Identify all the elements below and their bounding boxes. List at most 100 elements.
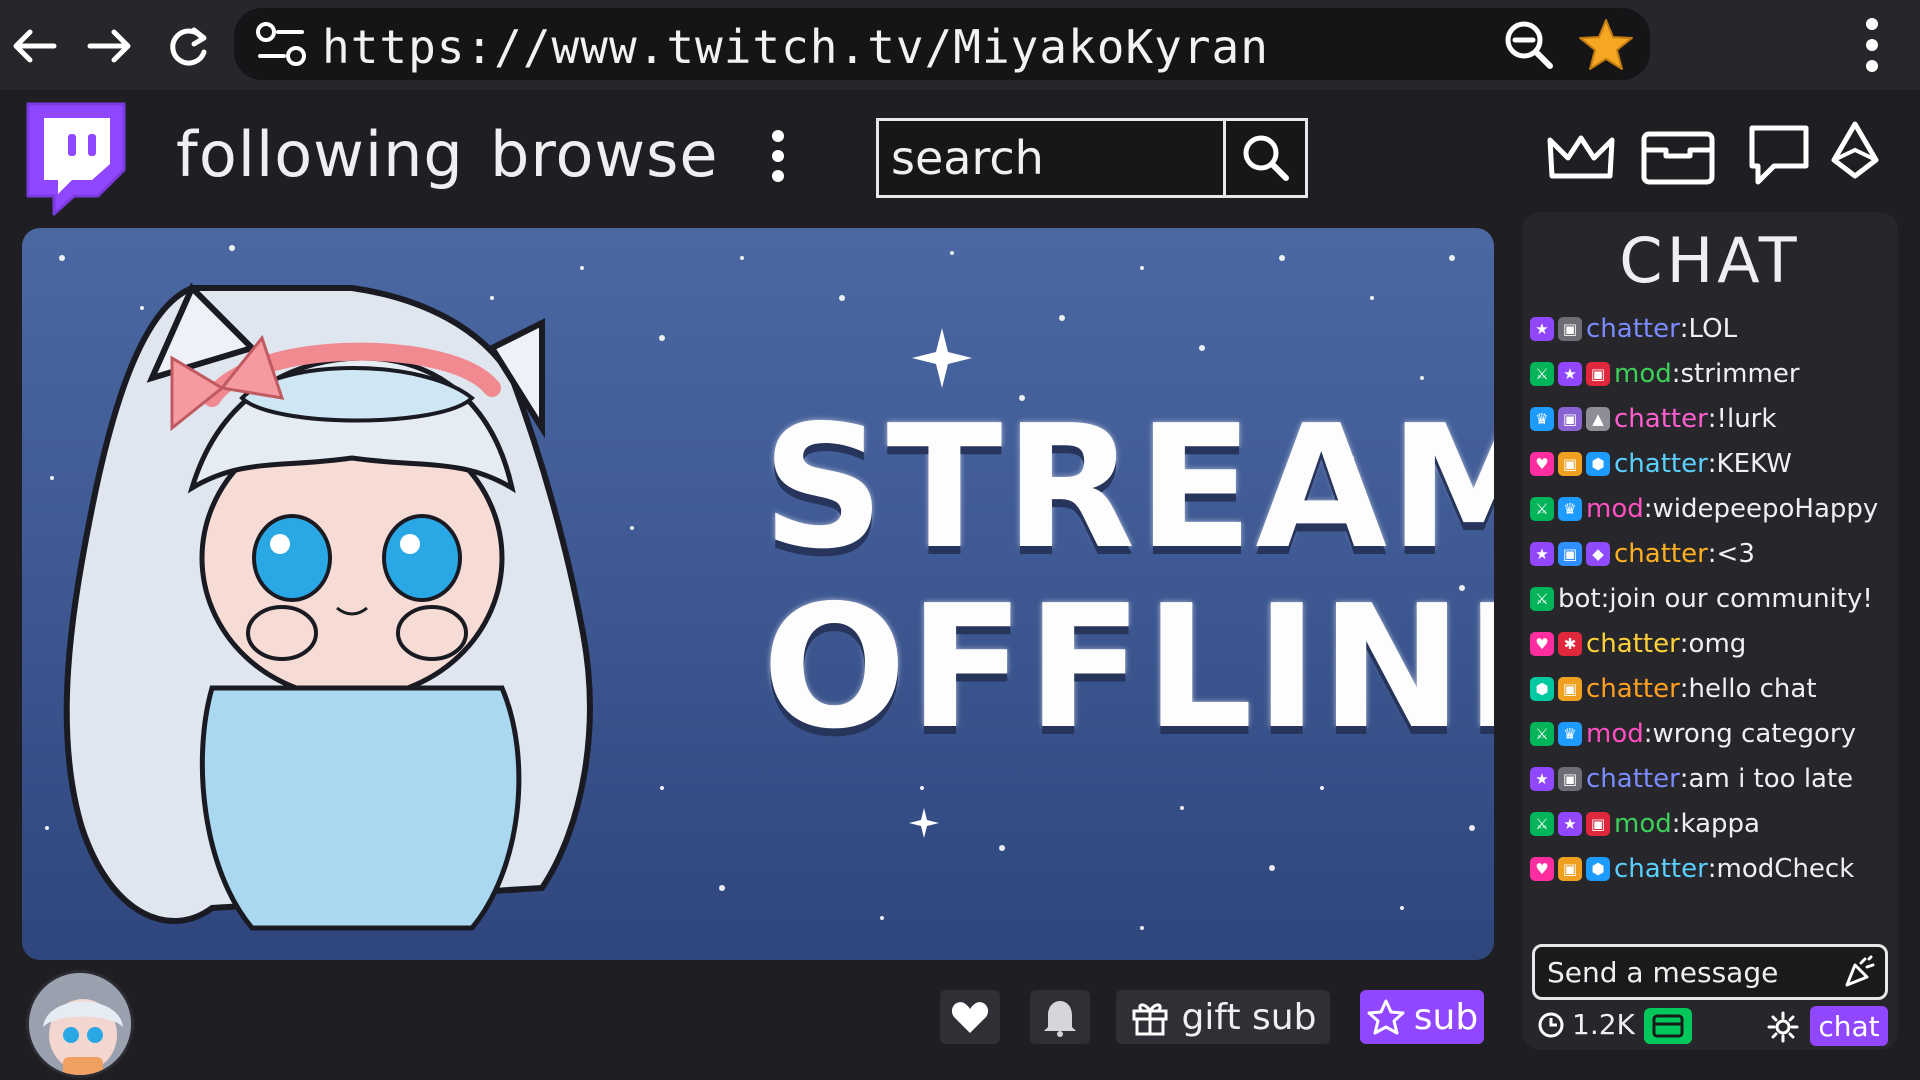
chat-username[interactable]: chatter: [1614, 449, 1708, 479]
chat-separator: :: [1679, 313, 1689, 344]
gray-hat-badge-icon[interactable]: ▲: [1586, 406, 1610, 431]
chat-username[interactable]: bot: [1558, 584, 1601, 614]
following-link[interactable]: following: [176, 118, 464, 191]
site-settings-icon[interactable]: [252, 20, 312, 72]
chat-username[interactable]: mod: [1614, 809, 1672, 839]
purple-star-badge-icon[interactable]: ★: [1558, 811, 1582, 836]
bookmark-star-icon[interactable]: [1576, 16, 1636, 78]
gift-sub-label: gift sub: [1181, 996, 1317, 1038]
purple-star-badge-icon[interactable]: ★: [1530, 541, 1554, 566]
chat-username[interactable]: chatter: [1586, 314, 1680, 344]
offline-line-2: OFFLINE: [762, 569, 1494, 767]
zoom-out-icon[interactable]: [1502, 18, 1556, 76]
purple-star-badge-icon[interactable]: ★: [1558, 361, 1582, 386]
chat-username[interactable]: mod: [1586, 494, 1644, 524]
pink-heart-badge-icon[interactable]: ♥: [1530, 451, 1554, 476]
chat-username[interactable]: chatter: [1586, 674, 1680, 704]
more-menu-icon[interactable]: [768, 128, 788, 188]
teal-gem-badge-icon[interactable]: ⬢: [1530, 676, 1554, 701]
chat-text: strimmer: [1680, 358, 1800, 389]
chat-message: ⚔ ★ ▣ mod: kappa: [1530, 801, 1896, 846]
blue-gem-badge-icon[interactable]: ⬢: [1586, 451, 1610, 476]
chat-message: ♥ ▣ ⬢ chatter: modCheck: [1530, 846, 1896, 891]
red-gift-badge-icon[interactable]: ▣: [1586, 811, 1610, 836]
chat-username[interactable]: mod: [1586, 719, 1644, 749]
gold-gift-badge-icon[interactable]: ▣: [1558, 856, 1582, 881]
forward-arrow-icon[interactable]: [82, 18, 138, 74]
address-bar[interactable]: https://www.twitch.tv/MiyakoKyran: [234, 8, 1650, 80]
green-sword-badge-icon[interactable]: ⚔: [1530, 361, 1554, 386]
gold-gift-badge-icon[interactable]: ▣: [1558, 676, 1582, 701]
party-popper-icon: [1845, 955, 1875, 987]
subscribe-button[interactable]: sub: [1360, 990, 1484, 1044]
blue-crown-badge-icon[interactable]: ♛: [1530, 406, 1554, 431]
points-icon: [1538, 1012, 1564, 1037]
chat-text: widepeepoHappy: [1652, 493, 1879, 524]
purple-star-badge-icon[interactable]: ★: [1530, 316, 1554, 341]
twitch-logo[interactable]: [20, 100, 132, 220]
subscribe-label: sub: [1413, 996, 1479, 1038]
chat-text: wrong category: [1652, 718, 1856, 749]
gift-sub-button[interactable]: gift sub: [1116, 990, 1330, 1044]
chat-separator: :: [1643, 718, 1653, 749]
chat-message: ★ ▣ ◆ chatter: <3: [1530, 531, 1896, 576]
chat-text: kappa: [1680, 808, 1760, 839]
chat-username[interactable]: chatter: [1586, 764, 1680, 794]
pink-heart-badge-icon[interactable]: ♥: [1530, 631, 1554, 656]
bell-icon: [1044, 1001, 1076, 1037]
chat-message: ⚔ ♛ mod: widepeepoHappy: [1530, 486, 1896, 531]
blue-crown-badge-icon[interactable]: ♛: [1558, 496, 1582, 521]
chat-text: !lurk: [1716, 403, 1777, 434]
chat-username[interactable]: chatter: [1614, 539, 1708, 569]
send-chat-button[interactable]: chat: [1810, 1006, 1888, 1046]
purple-star-badge-icon[interactable]: ★: [1530, 766, 1554, 791]
back-arrow-icon[interactable]: [6, 18, 62, 74]
chat-username[interactable]: chatter: [1614, 854, 1708, 884]
claim-bonus-button[interactable]: [1644, 1008, 1692, 1044]
channel-avatar[interactable]: [26, 970, 134, 1078]
red-gift-badge-icon[interactable]: ▣: [1586, 361, 1610, 386]
points-value: 1.2K: [1572, 1008, 1635, 1041]
gold-gift-badge-icon[interactable]: ▣: [1558, 451, 1582, 476]
purple-gem-badge-icon[interactable]: ◆: [1586, 541, 1610, 566]
green-sword-badge-icon[interactable]: ⚔: [1530, 721, 1554, 746]
green-sword-badge-icon[interactable]: ⚔: [1530, 811, 1554, 836]
reload-icon[interactable]: [160, 18, 216, 74]
browser-menu-icon[interactable]: [1862, 16, 1882, 78]
channel-points[interactable]: 1.2K: [1536, 1008, 1635, 1041]
search-button[interactable]: [1223, 121, 1305, 195]
chat-message: ⚔ ♛ mod: wrong category: [1530, 711, 1896, 756]
heart-icon: [951, 1002, 989, 1033]
chat-separator: :: [1679, 763, 1689, 794]
whispers-icon[interactable]: [1744, 122, 1814, 192]
chat-separator: :: [1707, 538, 1717, 569]
purple-gift-badge-icon[interactable]: ▣: [1558, 406, 1582, 431]
green-sword-badge-icon[interactable]: ⚔: [1530, 496, 1554, 521]
search-input[interactable]: [879, 121, 1225, 195]
browser-toolbar: https://www.twitch.tv/MiyakoKyran: [0, 0, 1920, 90]
chat-username[interactable]: mod: [1614, 359, 1672, 389]
gray-gift-badge-icon[interactable]: ▣: [1558, 766, 1582, 791]
gray-gift-badge-icon[interactable]: ▣: [1558, 316, 1582, 341]
message-input[interactable]: [1535, 947, 1835, 997]
pink-heart-badge-icon[interactable]: ♥: [1530, 856, 1554, 881]
blue-gem-badge-icon[interactable]: ⬢: [1586, 856, 1610, 881]
blue-gift-badge-icon[interactable]: ▣: [1558, 541, 1582, 566]
chat-settings-button[interactable]: [1766, 1010, 1800, 1048]
chat-username[interactable]: chatter: [1586, 629, 1680, 659]
crown-icon[interactable]: [1546, 132, 1616, 188]
notifications-button[interactable]: [1030, 990, 1090, 1044]
green-sword-badge-icon[interactable]: ⚔: [1530, 586, 1554, 611]
chat-username[interactable]: chatter: [1614, 404, 1708, 434]
inbox-icon[interactable]: [1640, 126, 1716, 192]
follow-button[interactable]: [940, 990, 1000, 1044]
bits-icon[interactable]: [1830, 120, 1880, 186]
browse-link[interactable]: browse: [490, 118, 719, 191]
red-star-badge-icon[interactable]: ✱: [1558, 631, 1582, 656]
chat-message: ★ ▣ chatter: LOL: [1530, 306, 1896, 351]
blue-crown-badge-icon[interactable]: ♛: [1558, 721, 1582, 746]
emote-picker-button[interactable]: [1843, 955, 1877, 993]
url-text: https://www.twitch.tv/MiyakoKyran: [322, 20, 1269, 74]
chat-text: LOL: [1688, 313, 1738, 344]
stream-player[interactable]: STREAM OFFLINE: [22, 228, 1494, 960]
